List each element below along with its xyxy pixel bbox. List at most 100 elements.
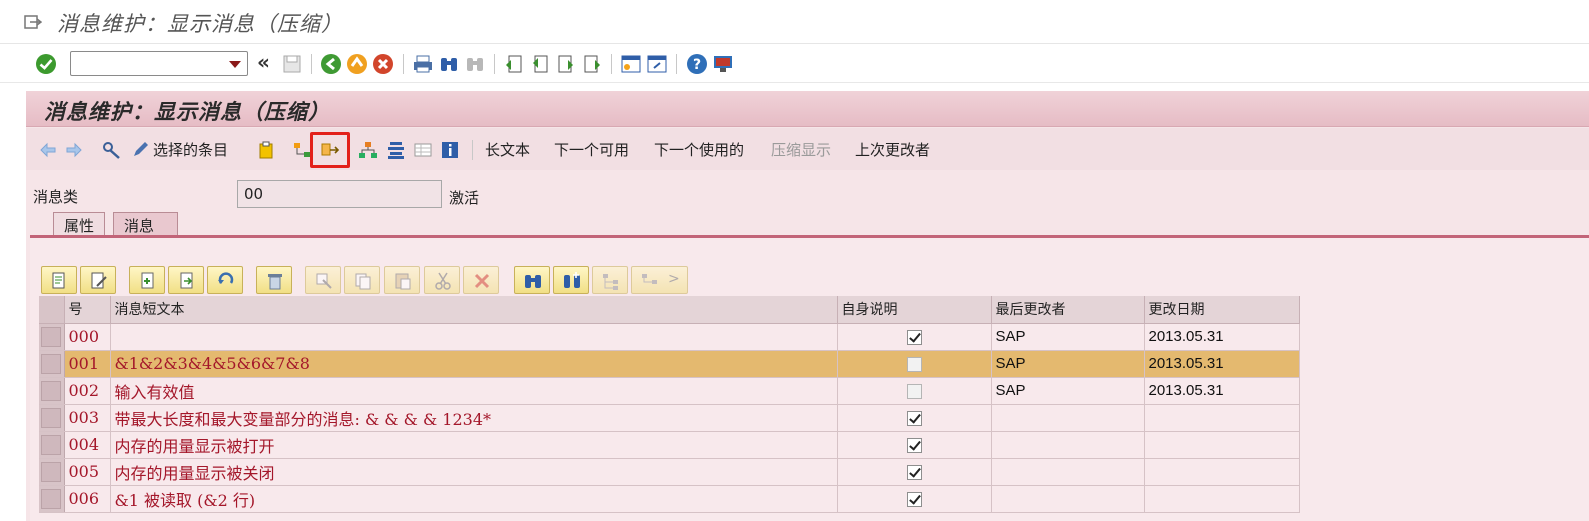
last-changer-button[interactable]: 上次更改者	[855, 139, 930, 160]
row-selector-button[interactable]	[41, 461, 62, 482]
column-header-short-text[interactable]: 消息短文本	[110, 296, 838, 324]
save-icon[interactable]	[281, 53, 303, 75]
row-selector[interactable]	[39, 458, 65, 486]
next-page-icon[interactable]	[555, 53, 577, 75]
row-selector[interactable]	[39, 323, 65, 351]
collapse-icon[interactable]: «	[257, 50, 270, 74]
selected-items-button[interactable]: 选择的条目	[153, 139, 228, 160]
menu-exit-icon[interactable]	[24, 14, 42, 30]
row-selector[interactable]	[39, 431, 65, 459]
arrow-left-icon[interactable]	[38, 140, 58, 160]
chevron-down-icon[interactable]	[229, 61, 241, 68]
self-explanatory-checkbox[interactable]	[837, 323, 992, 351]
compress-display-button[interactable]: 压缩显示	[771, 139, 831, 160]
column-header-changed-by[interactable]: 最后更改者	[991, 296, 1145, 324]
row-selector[interactable]	[39, 485, 65, 513]
changed-by-cell[interactable]: SAP	[991, 350, 1145, 378]
table-row[interactable]: 006 &1 被读取 (&2 行)	[39, 485, 1300, 513]
new-session-icon[interactable]	[620, 53, 642, 75]
changed-by-cell[interactable]: SAP	[991, 377, 1145, 405]
row-selector[interactable]	[39, 404, 65, 432]
message-number[interactable]: 005	[64, 458, 111, 486]
expand-button[interactable]	[592, 266, 628, 294]
self-explanatory-checkbox[interactable]	[837, 485, 992, 513]
checkbox[interactable]	[906, 491, 922, 507]
undo-button[interactable]	[207, 266, 243, 294]
row-selector-button[interactable]	[41, 434, 62, 455]
long-text-button[interactable]: 长文本	[485, 139, 530, 160]
change-button[interactable]	[80, 266, 116, 294]
checkbox[interactable]	[906, 464, 922, 480]
shortcut-icon[interactable]	[646, 53, 668, 75]
changed-by-cell[interactable]	[991, 458, 1145, 486]
message-short-text[interactable]: 输入有效值	[110, 377, 838, 405]
message-number[interactable]: 001	[64, 350, 111, 378]
cancel-icon[interactable]	[372, 53, 394, 75]
message-short-text[interactable]: 带最大长度和最大变量部分的消息: & & & & 1234*	[110, 404, 838, 432]
insert-row-button[interactable]	[168, 266, 204, 294]
row-selector-button[interactable]	[41, 380, 62, 401]
changed-date-cell[interactable]	[1144, 431, 1300, 459]
print-icon[interactable]	[412, 53, 434, 75]
self-explanatory-checkbox[interactable]	[837, 458, 992, 486]
changed-by-cell[interactable]	[991, 485, 1145, 513]
table-row[interactable]: 004 内存的用量显示被打开	[39, 431, 1300, 459]
command-field[interactable]	[70, 51, 248, 76]
scissors-button[interactable]	[424, 266, 460, 294]
changed-date-cell[interactable]	[1144, 458, 1300, 486]
checkbox[interactable]	[906, 329, 922, 345]
delete-row-button[interactable]	[256, 266, 292, 294]
changed-date-cell[interactable]: 2013.05.31	[1144, 350, 1300, 378]
self-explanatory-checkbox[interactable]	[837, 431, 992, 459]
find-button[interactable]	[514, 266, 550, 294]
details-button[interactable]	[41, 266, 77, 294]
row-selector[interactable]	[39, 350, 65, 378]
changed-date-cell[interactable]: 2013.05.31	[1144, 377, 1300, 405]
next-available-button[interactable]: 下一个可用	[554, 139, 629, 160]
self-explanatory-checkbox[interactable]	[837, 377, 992, 405]
append-row-button[interactable]	[129, 266, 165, 294]
message-short-text[interactable]: 内存的用量显示被关闭	[110, 458, 838, 486]
row-selector[interactable]	[39, 377, 65, 405]
changed-date-cell[interactable]	[1144, 485, 1300, 513]
column-header-changed-date[interactable]: 更改日期	[1144, 296, 1300, 324]
paste-button[interactable]	[384, 266, 420, 294]
last-page-icon[interactable]	[581, 53, 603, 75]
message-number[interactable]: 004	[64, 431, 111, 459]
table-row[interactable]: 000 SAP 2013.05.31	[39, 323, 1300, 351]
cut-button[interactable]	[305, 266, 341, 294]
row-selector-button[interactable]	[41, 326, 62, 347]
changed-by-cell[interactable]	[991, 431, 1145, 459]
exit-icon[interactable]	[346, 53, 368, 75]
message-number[interactable]: 000	[64, 323, 111, 351]
table-row[interactable]: 002 输入有效值 SAP 2013.05.31	[39, 377, 1300, 405]
checkbox[interactable]	[906, 437, 922, 453]
pencil-icon[interactable]	[130, 140, 150, 160]
chevron-right-icon[interactable]: >	[668, 271, 680, 287]
enter-check-icon[interactable]	[35, 53, 57, 75]
message-short-text[interactable]: &1&2&3&4&5&6&7&8	[110, 350, 838, 378]
table-row[interactable]: 005 内存的用量显示被关闭	[39, 458, 1300, 486]
tab-messages[interactable]: 消息	[113, 212, 178, 236]
message-short-text[interactable]: &1 被读取 (&2 行)	[110, 485, 838, 513]
changed-date-cell[interactable]: 2013.05.31	[1144, 323, 1300, 351]
message-class-field[interactable]: 00	[237, 180, 442, 208]
previous-page-icon[interactable]	[529, 53, 551, 75]
hierarchy-icon[interactable]	[292, 140, 312, 160]
table-row[interactable]: 003 带最大长度和最大变量部分的消息: & & & & 1234*	[39, 404, 1300, 432]
message-number[interactable]: 006	[64, 485, 111, 513]
message-number[interactable]: 002	[64, 377, 111, 405]
find-next-button[interactable]	[553, 266, 589, 294]
remove-button[interactable]	[463, 266, 499, 294]
table-row[interactable]: 001 &1&2&3&4&5&6&7&8 SAP 2013.05.31	[39, 350, 1300, 378]
checkbox[interactable]	[906, 356, 922, 372]
row-selector-button[interactable]	[41, 407, 62, 428]
column-header-number[interactable]: 号	[64, 296, 111, 324]
message-short-text[interactable]	[110, 323, 838, 351]
changed-by-cell[interactable]	[991, 404, 1145, 432]
stack-icon[interactable]	[386, 140, 406, 160]
message-number[interactable]: 003	[64, 404, 111, 432]
collapse-menu-button[interactable]: >	[631, 266, 688, 294]
message-short-text[interactable]: 内存的用量显示被打开	[110, 431, 838, 459]
next-used-button[interactable]: 下一个使用的	[654, 139, 744, 160]
